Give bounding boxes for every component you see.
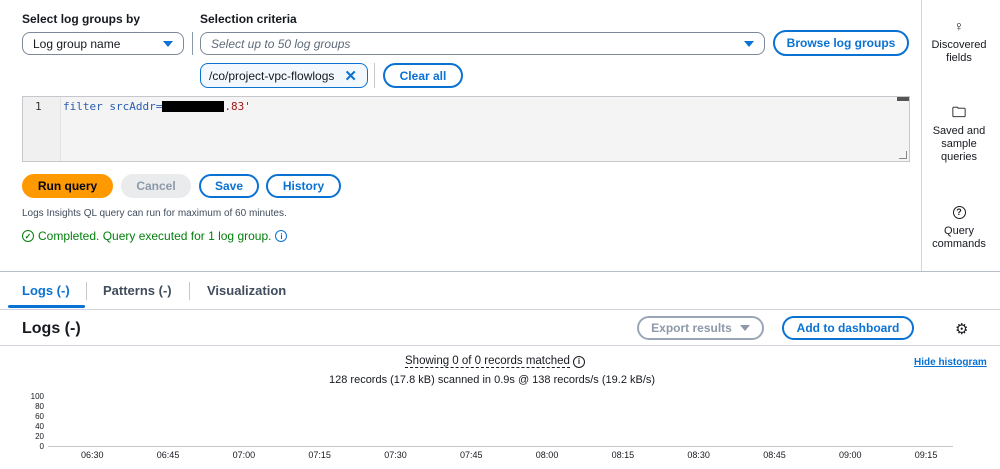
y-tick-label: 100: [30, 392, 44, 401]
results-title: Logs (-): [22, 320, 81, 337]
criteria-placeholder: Select up to 50 log groups: [211, 36, 351, 51]
save-button[interactable]: Save: [199, 174, 259, 198]
x-tick-label: 08:00: [535, 450, 559, 460]
x-tick-label: 08:45: [763, 450, 786, 460]
settings-gear-icon[interactable]: ⚙: [955, 320, 968, 338]
y-tick-label: 80: [35, 402, 44, 411]
discovered-fields-line1: Discovered: [931, 39, 987, 51]
saved-queries-line2: sample: [941, 138, 977, 150]
tab-logs[interactable]: Logs (-): [22, 283, 70, 298]
select-by-value: Log group name: [33, 36, 121, 51]
tab-divider: [86, 282, 87, 300]
info-icon[interactable]: i: [275, 230, 288, 242]
section-divider: [0, 271, 1000, 272]
x-tick-label: 08:30: [687, 450, 710, 460]
tabs-divider: [0, 309, 1000, 310]
query-commands-line1: Query: [944, 225, 974, 237]
folder-icon: 🗀: [952, 104, 966, 120]
cancel-button[interactable]: Cancel: [121, 174, 191, 198]
history-button[interactable]: History: [266, 174, 341, 198]
results-header-divider: [0, 345, 1000, 346]
discovered-fields-button[interactable]: ♀ Discovered fields: [924, 18, 994, 65]
check-circle-icon: ✓: [22, 230, 34, 242]
saved-queries-button[interactable]: 🗀 Saved and sample queries: [924, 104, 994, 164]
lightbulb-icon: ♀: [953, 18, 965, 34]
caret-down-icon: [744, 40, 754, 47]
discovered-fields-line2: fields: [946, 52, 972, 64]
x-tick-label: 09:15: [914, 450, 938, 460]
records-matched: Showing 0 of 0 records matched i: [405, 355, 585, 368]
y-tick-label: 60: [35, 412, 44, 421]
export-results-label: Export results: [651, 321, 732, 335]
x-tick-label: 07:00: [232, 450, 256, 460]
x-tick-label: 07:15: [308, 450, 331, 460]
side-panel-divider: [921, 0, 922, 271]
saved-queries-line1: Saved and: [932, 125, 986, 137]
tab-visualization[interactable]: Visualization: [207, 283, 286, 298]
clear-all-button[interactable]: Clear all: [383, 63, 463, 88]
query-commands-button[interactable]: ? Query commands: [924, 206, 994, 251]
query-commands-line2: commands: [932, 238, 986, 250]
query-text: filter srcAddr= .83': [63, 100, 251, 113]
x-tick-label: 06:30: [81, 450, 104, 460]
info-icon[interactable]: i: [572, 355, 585, 368]
add-to-dashboard-button[interactable]: Add to dashboard: [782, 316, 914, 340]
caret-down-icon: [163, 40, 173, 47]
scrollbar-thumb[interactable]: [897, 97, 909, 101]
x-tick-label: 07:45: [460, 450, 483, 460]
status-message: ✓ Completed. Query executed for 1 log gr…: [22, 229, 288, 243]
criteria-label: Selection criteria: [200, 12, 297, 26]
scan-summary: 128 records (17.8 kB) scanned in 0.9s @ …: [329, 374, 656, 386]
export-results-button[interactable]: Export results: [637, 316, 764, 340]
active-tab-indicator: [8, 305, 85, 308]
y-tick-label: 0: [39, 442, 44, 451]
resize-handle-icon[interactable]: [899, 151, 907, 159]
query-prefix: filter srcAddr=: [63, 100, 163, 113]
query-time-hint: Logs Insights QL query can run for maxim…: [22, 208, 287, 219]
log-group-selector[interactable]: Select up to 50 log groups: [200, 32, 765, 55]
records-matched-text: Showing 0 of 0 records matched: [405, 355, 570, 368]
question-circle-icon: ?: [952, 206, 966, 219]
browse-log-groups-button[interactable]: Browse log groups: [773, 30, 909, 56]
select-by-dropdown[interactable]: Log group name: [22, 32, 184, 55]
divider: [192, 32, 193, 55]
selected-log-group-label: /co/project-vpc-flowlogs: [209, 68, 335, 83]
remove-token-icon[interactable]: ✕: [344, 67, 357, 85]
redacted-block: [162, 101, 225, 112]
x-tick-label: 09:00: [839, 450, 862, 460]
x-tick-label: 07:30: [384, 450, 407, 460]
x-tick-label: 06:45: [156, 450, 180, 460]
query-editor[interactable]: 1 filter srcAddr= .83': [22, 96, 910, 162]
editor-gutter: [23, 97, 61, 161]
hide-histogram-link[interactable]: Hide histogram: [914, 357, 987, 368]
selected-log-group-token: /co/project-vpc-flowlogs ✕: [200, 63, 368, 88]
divider: [374, 63, 375, 88]
tab-divider: [189, 282, 190, 300]
status-text: Completed. Query executed for 1 log grou…: [38, 229, 272, 243]
y-tick-label: 20: [35, 432, 44, 441]
x-tick-label: 08:15: [611, 450, 635, 460]
histogram-x-axis-line: [48, 446, 953, 447]
select-by-label: Select log groups by: [22, 12, 141, 26]
run-query-button[interactable]: Run query: [22, 174, 113, 198]
tab-patterns[interactable]: Patterns (-): [103, 283, 172, 298]
line-number: 1: [35, 100, 42, 113]
query-suffix: .83': [224, 100, 251, 113]
saved-queries-line3: queries: [940, 151, 978, 163]
caret-down-icon: [739, 325, 750, 331]
y-tick-label: 40: [35, 422, 44, 431]
